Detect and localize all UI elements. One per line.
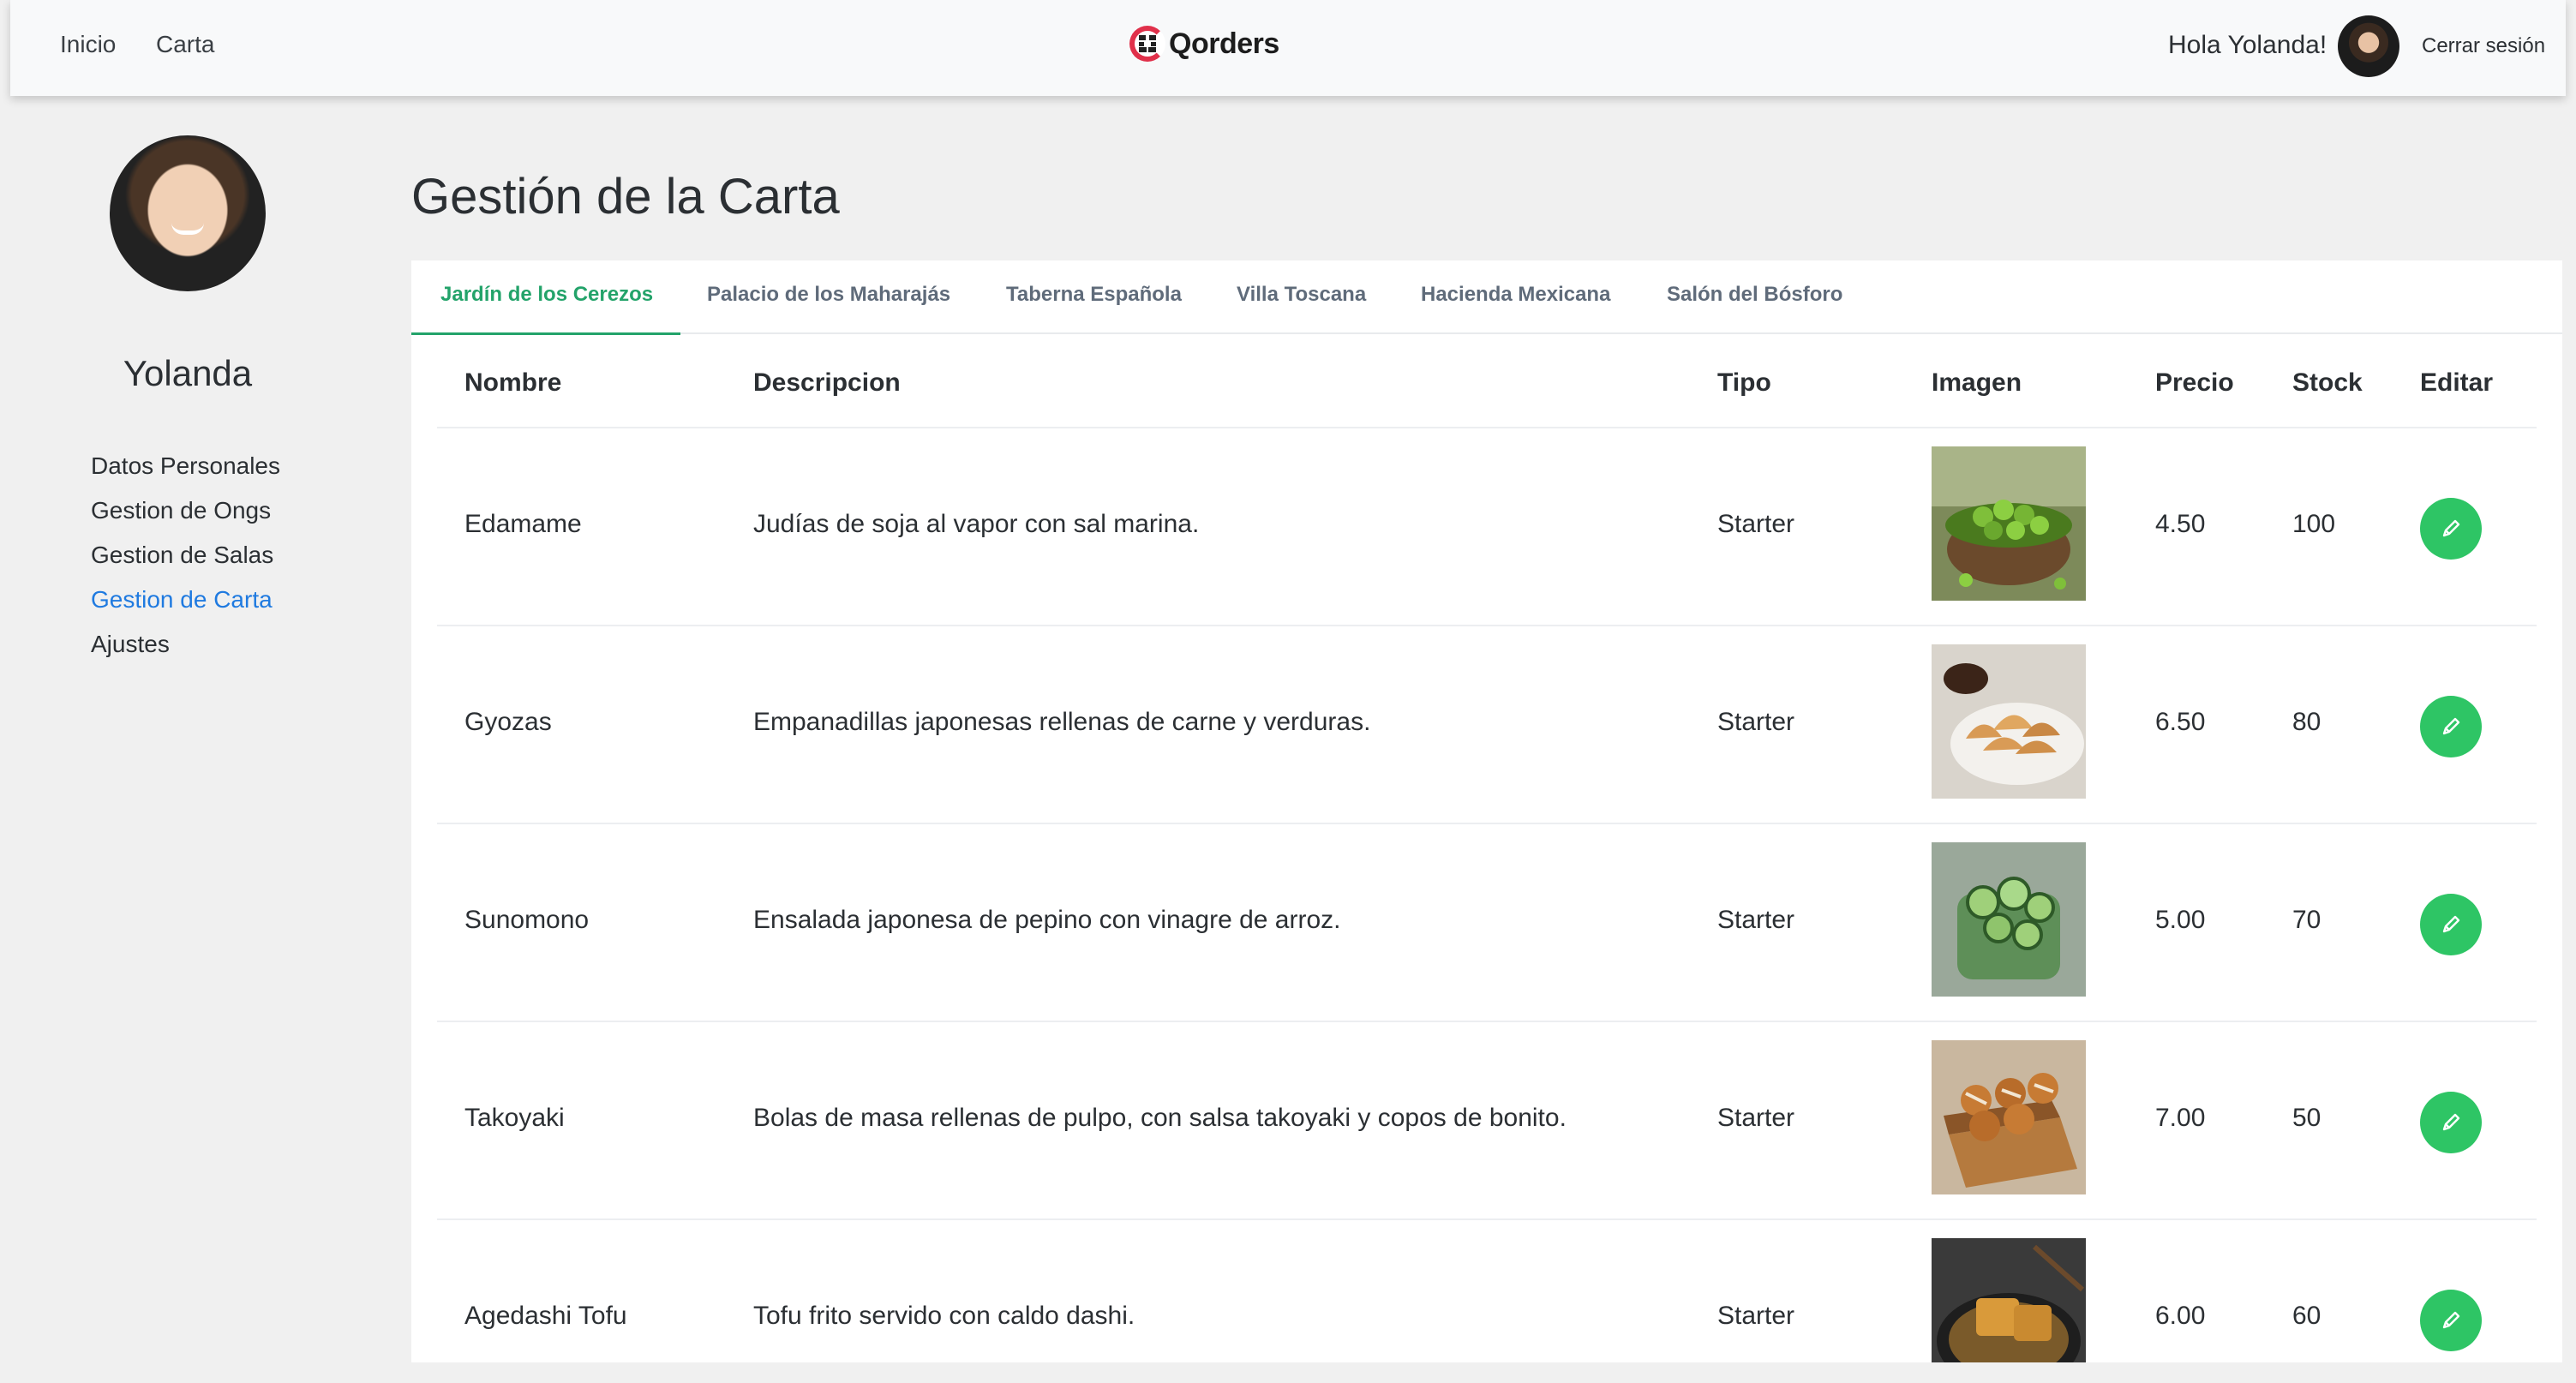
- sidebar-item-ajustes[interactable]: Ajustes: [91, 627, 280, 672]
- pencil-icon: [2442, 1113, 2460, 1131]
- cell-stock: 70: [2292, 906, 2321, 934]
- sidebar-item-gestion-ongs[interactable]: Gestion de Ongs: [91, 494, 280, 538]
- table-row: Sunomono Ensalada japonesa de pepino con…: [437, 824, 2537, 1022]
- pencil-icon: [2442, 717, 2460, 735]
- gyozas-image: [1932, 644, 2086, 799]
- takoyaki-image: [1932, 1040, 2086, 1194]
- cell-tipo: Starter: [1717, 906, 1795, 934]
- sidebar-item-gestion-carta[interactable]: Gestion de Carta: [91, 583, 280, 627]
- brand-logo[interactable]: Qorders: [1129, 26, 1279, 62]
- cell-descripcion: Judías de soja al vapor con sal marina.: [753, 510, 1200, 538]
- cell-nombre: Gyozas: [464, 708, 552, 736]
- cell-stock: 80: [2292, 708, 2321, 736]
- edit-button[interactable]: [2420, 696, 2482, 757]
- table-row: Takoyaki Bolas de masa rellenas de pulpo…: [437, 1022, 2537, 1220]
- user-greeting: Hola Yolanda!: [2168, 31, 2327, 59]
- pencil-icon: [2442, 1311, 2460, 1329]
- cell-nombre: Takoyaki: [464, 1104, 565, 1132]
- cell-descripcion: Bolas de masa rellenas de pulpo, con sal…: [753, 1104, 1567, 1132]
- cell-descripcion: Tofu frito servido con caldo dashi.: [753, 1302, 1135, 1330]
- logout-link[interactable]: Cerrar sesión: [2422, 34, 2545, 58]
- tab-taberna-espanola[interactable]: Taberna Española: [1006, 283, 1182, 334]
- tab-villa-toscana[interactable]: Villa Toscana: [1237, 283, 1366, 334]
- restaurant-tabs: Jardín de los Cerezos Palacio de los Mah…: [411, 260, 2562, 335]
- profile-avatar: [110, 135, 266, 291]
- pencil-icon: [2442, 915, 2460, 933]
- cell-tipo: Starter: [1717, 708, 1795, 736]
- cell-stock: 60: [2292, 1302, 2321, 1330]
- cell-precio: 5.00: [2155, 906, 2206, 934]
- table-row: Agedashi Tofu Tofu frito servido con cal…: [437, 1220, 2537, 1362]
- tab-hacienda-mexicana[interactable]: Hacienda Mexicana: [1421, 283, 1610, 334]
- edit-button[interactable]: [2420, 1290, 2482, 1351]
- cell-nombre: Edamame: [464, 510, 582, 538]
- edit-button[interactable]: [2420, 498, 2482, 560]
- sidebar-item-datos-personales[interactable]: Datos Personales: [91, 449, 280, 494]
- menu-card: Jardín de los Cerezos Palacio de los Mah…: [411, 260, 2562, 1362]
- cell-nombre: Sunomono: [464, 906, 590, 934]
- header-nombre: Nombre: [464, 368, 562, 397]
- cell-precio: 7.00: [2155, 1104, 2206, 1132]
- page-title: Gestión de la Carta: [411, 169, 840, 225]
- cell-descripcion: Ensalada japonesa de pepino con vinagre …: [753, 906, 1341, 934]
- profile-name: Yolanda: [123, 353, 253, 393]
- table-row: Gyozas Empanadillas japonesas rellenas d…: [437, 626, 2537, 824]
- cell-nombre: Agedashi Tofu: [464, 1302, 627, 1330]
- cell-tipo: Starter: [1717, 1302, 1795, 1330]
- edit-button[interactable]: [2420, 1092, 2482, 1153]
- nav-link-inicio[interactable]: Inicio: [60, 31, 116, 58]
- edit-button[interactable]: [2420, 894, 2482, 955]
- cell-tipo: Starter: [1717, 510, 1795, 538]
- brand-name: Qorders: [1169, 27, 1279, 60]
- tab-palacio-maharajas[interactable]: Palacio de los Maharajás: [707, 283, 950, 334]
- agedashi-tofu-image: [1932, 1238, 2086, 1362]
- edamame-image: [1932, 446, 2086, 601]
- header-precio: Precio: [2155, 368, 2234, 397]
- cell-precio: 6.50: [2155, 708, 2206, 736]
- nav-link-carta[interactable]: Carta: [156, 31, 214, 58]
- top-navbar: Inicio Carta Qorders Hola Yolanda! Cerra…: [10, 0, 2566, 96]
- sidebar-item-gestion-salas[interactable]: Gestion de Salas: [91, 538, 280, 583]
- pencil-icon: [2442, 519, 2460, 537]
- header-imagen: Imagen: [1932, 368, 2022, 397]
- cell-stock: 100: [2292, 510, 2336, 538]
- header-editar: Editar: [2420, 368, 2494, 397]
- sunomono-image: [1932, 842, 2086, 997]
- table-row: Edamame Judías de soja al vapor con sal …: [437, 428, 2537, 626]
- avatar[interactable]: [2338, 15, 2399, 77]
- tab-jardin-cerezos[interactable]: Jardín de los Cerezos: [440, 283, 653, 334]
- cell-descripcion: Empanadillas japonesas rellenas de carne…: [753, 708, 1371, 736]
- sidebar-menu: Datos Personales Gestion de Ongs Gestion…: [91, 449, 280, 672]
- cell-stock: 50: [2292, 1104, 2321, 1132]
- tab-salon-bosforo[interactable]: Salón del Bósforo: [1667, 283, 1842, 334]
- header-descripcion: Descripcion: [753, 368, 901, 397]
- qr-logo-icon: [1129, 26, 1165, 62]
- cell-tipo: Starter: [1717, 1104, 1795, 1132]
- header-stock: Stock: [2292, 368, 2363, 397]
- header-tipo: Tipo: [1717, 368, 1771, 397]
- table-header: Nombre Descripcion Tipo Imagen Precio St…: [437, 334, 2537, 428]
- cell-precio: 4.50: [2155, 510, 2206, 538]
- cell-precio: 6.00: [2155, 1302, 2206, 1330]
